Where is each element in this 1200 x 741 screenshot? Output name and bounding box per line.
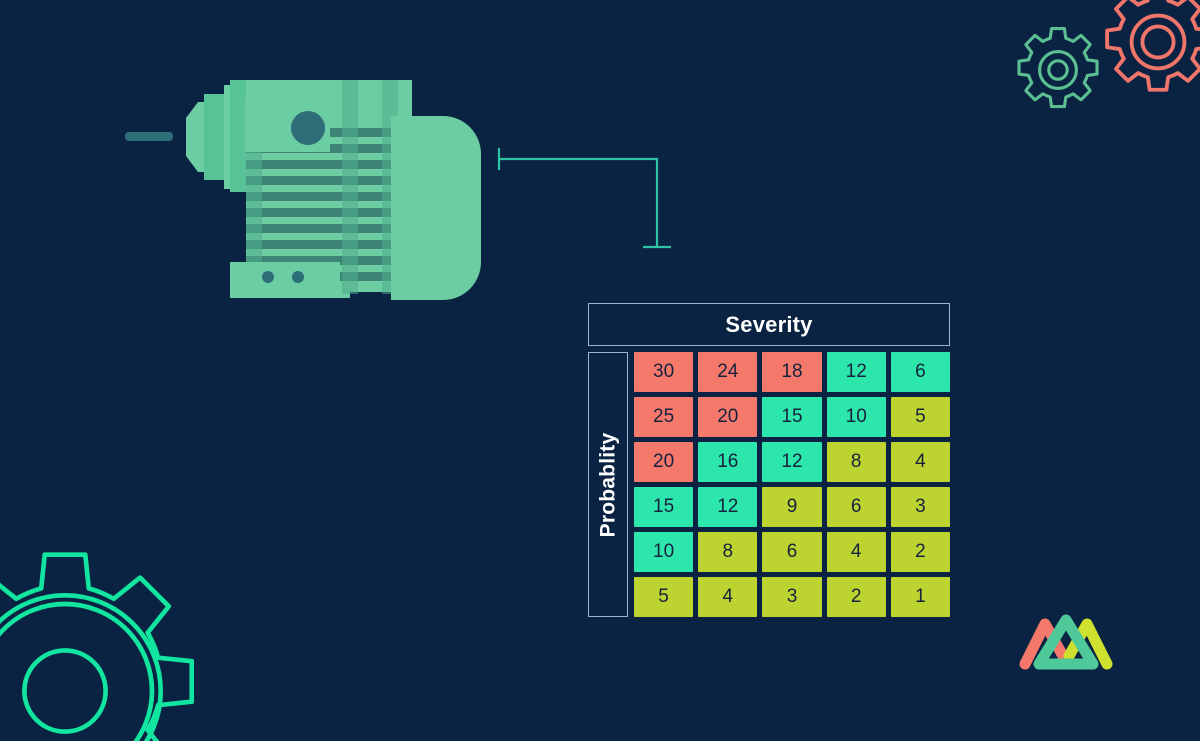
matrix-cell[interactable]: 12 xyxy=(698,487,758,527)
electric-motor-illustration xyxy=(125,80,481,300)
severity-header-label: Severity xyxy=(725,311,813,337)
matrix-cell[interactable]: 18 xyxy=(762,352,822,392)
matrix-cell[interactable]: 30 xyxy=(634,352,694,392)
matrix-cell[interactable]: 12 xyxy=(826,352,886,392)
gear-large-icon xyxy=(0,552,195,741)
motor-base xyxy=(230,276,350,298)
matrix-cell[interactable]: 6 xyxy=(890,352,950,392)
motor-shaft-icon xyxy=(125,132,173,141)
matrix-cell[interactable]: 5 xyxy=(890,397,950,437)
motor-flange-1 xyxy=(204,94,228,180)
motor-bell-housing-2 xyxy=(198,102,224,172)
matrix-cell[interactable]: 2 xyxy=(826,577,886,617)
matrix-cell[interactable]: 15 xyxy=(634,487,694,527)
matrix-cell[interactable]: 15 xyxy=(762,397,822,437)
matrix-cell[interactable]: 6 xyxy=(826,487,886,527)
motor-terminal-box xyxy=(245,84,330,152)
motor-bell-housing xyxy=(186,102,220,172)
logo-right-stroke xyxy=(1063,618,1113,670)
matrix-cell[interactable]: 10 xyxy=(634,532,694,572)
matrix-cell[interactable]: 5 xyxy=(634,577,694,617)
motor-bolt-icon-2 xyxy=(292,271,304,283)
matrix-grid: 30 24 18 12 6 25 20 15 10 5 20 16 12 8 4 15 12 9 6 3 10 8 6 4 2 5… xyxy=(634,352,950,617)
matrix-cell[interactable]: 20 xyxy=(698,397,758,437)
logo-center-triangle xyxy=(1033,614,1099,670)
motor-terminal-knob-icon xyxy=(291,111,325,145)
matrix-cell[interactable]: 1 xyxy=(890,577,950,617)
brand-logo xyxy=(1019,614,1113,670)
connector-path xyxy=(499,157,659,247)
slide-canvas: Severity Probablity 30 24 18 12 6 25 20 15 10 5 20… xyxy=(0,0,1200,741)
callout-connector-line xyxy=(497,148,671,249)
motor-cooling-fins xyxy=(246,128,412,281)
motor-nameplate xyxy=(230,262,340,294)
motor-end-cap xyxy=(391,116,481,300)
matrix-cell[interactable]: 4 xyxy=(890,442,950,482)
risk-matrix: Severity Probablity 30 24 18 12 6 25 20 15 10 5 20… xyxy=(588,303,950,617)
severity-header: Severity xyxy=(588,303,950,346)
motor-body xyxy=(246,80,412,292)
gear-red-icon xyxy=(1105,0,1200,92)
matrix-body: Probablity 30 24 18 12 6 25 20 15 10 5 20 16 12 8 4 15 1… xyxy=(588,352,950,617)
motor-flange-2 xyxy=(224,85,246,189)
matrix-cell[interactable]: 3 xyxy=(762,577,822,617)
matrix-cell[interactable]: 12 xyxy=(762,442,822,482)
matrix-cell[interactable]: 4 xyxy=(698,577,758,617)
probability-axis: Probablity xyxy=(588,352,628,617)
matrix-cell[interactable]: 8 xyxy=(698,532,758,572)
matrix-cell[interactable]: 16 xyxy=(698,442,758,482)
matrix-cell[interactable]: 3 xyxy=(890,487,950,527)
matrix-cell[interactable]: 8 xyxy=(826,442,886,482)
matrix-cell[interactable]: 25 xyxy=(634,397,694,437)
motor-flange-3 xyxy=(230,80,246,192)
matrix-cell[interactable]: 2 xyxy=(890,532,950,572)
matrix-cell[interactable]: 4 xyxy=(826,532,886,572)
matrix-cell[interactable]: 6 xyxy=(762,532,822,572)
matrix-cell[interactable]: 10 xyxy=(826,397,886,437)
gear-green-icon xyxy=(1017,27,1099,109)
matrix-cell[interactable]: 9 xyxy=(762,487,822,527)
matrix-cell[interactable]: 20 xyxy=(634,442,694,482)
motor-body-shading xyxy=(246,80,398,294)
probability-axis-label: Probablity xyxy=(596,432,619,537)
matrix-cell[interactable]: 24 xyxy=(698,352,758,392)
motor-bolt-icon-1 xyxy=(262,271,274,283)
logo-left-stroke xyxy=(1019,618,1069,670)
